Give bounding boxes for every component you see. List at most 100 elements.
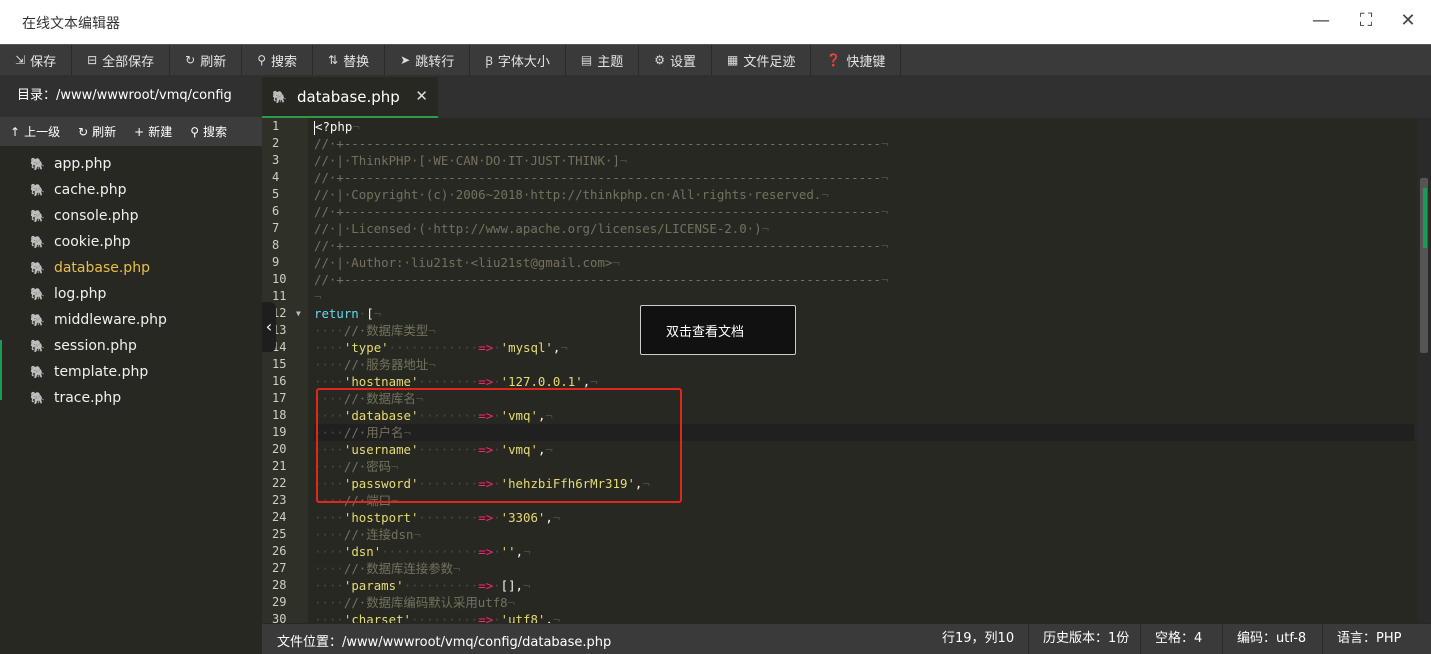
code-editor[interactable]: 1 2 3 4 5 6 7 8 9 10 11 12 ▼ 13 14 15 16 … (262, 118, 1431, 623)
line-number: 22 (272, 476, 287, 490)
file-name: cache.php (53, 182, 127, 198)
line-number: 21 (272, 459, 287, 473)
collapse-sidebar-icon[interactable]: ‹ (262, 302, 276, 352)
file-location: 文件位置：/www/wwwroot/vmq/config/database.ph… (277, 635, 612, 650)
code-line[interactable]: //·+------------------------------------… (314, 203, 1414, 220)
file-name: session.php (53, 338, 137, 354)
minimize-icon[interactable]: — (1306, 8, 1336, 34)
parent-dir-button[interactable]: ↑ 上一级 (0, 123, 68, 140)
refresh-button[interactable]: ↻ 刷新 (170, 45, 243, 75)
file-item[interactable]: 🐘 log.php (0, 281, 262, 307)
code-line[interactable]: ····//·服务器地址¬ (314, 356, 1414, 373)
file-history-label: 文件足迹 (743, 54, 796, 70)
code-line[interactable]: ····'charset'·········=>·'utf8',¬ (314, 611, 1414, 623)
settings-button[interactable]: ⚙ 设置 (639, 45, 713, 75)
refresh-label: 刷新 (200, 54, 227, 70)
file-list: 🐘 app.php 🐘 cache.php 🐘 console.php 🐘 cookie… (0, 146, 262, 411)
sidebar-edge-marker (0, 340, 2, 400)
php-file-icon: 🐘 (30, 339, 45, 353)
code-line[interactable]: ····'type'············=>·'mysql',¬ (314, 339, 1414, 356)
help-icon: ❓ (826, 53, 842, 67)
sidebar-search-button[interactable]: ⚲ 搜索 (180, 123, 235, 140)
shortcuts-button[interactable]: ❓ 快捷键 (811, 45, 902, 75)
window-title: 在线文本编辑器 (22, 16, 120, 32)
history-versions[interactable]: 历史版本：1份 (1028, 624, 1143, 654)
file-sidebar: 目录：/www/wwwroot/vmq/config ↑ 上一级 ↻ 刷新 + 新建 … (0, 75, 262, 654)
code-line[interactable]: //·+------------------------------------… (314, 271, 1414, 288)
code-line[interactable]: //·|·Licensed·(·http://www.apache.org/li… (314, 220, 1414, 237)
code-line[interactable]: //·+------------------------------------… (314, 169, 1414, 186)
save-button[interactable]: ⇲ 保存 (0, 45, 73, 75)
code-line[interactable]: //·+------------------------------------… (314, 135, 1414, 152)
replace-button[interactable]: ⇅ 替换 (313, 45, 386, 75)
toolbar: ⇲ 保存 ⊟ 全部保存 ↻ 刷新 ⚲ 搜索 ⇅ 替换 ➤ 跳转行 Ꞵ 字体大小 ▤ 主题 ⚙ 设置… (0, 44, 1431, 75)
file-item[interactable]: 🐘 console.php (0, 203, 262, 229)
php-file-icon: 🐘 (30, 157, 45, 171)
code-line[interactable]: //·|·Author:·liu21st·<liu21st@gmail.com>… (314, 254, 1414, 271)
file-name: app.php (53, 156, 112, 172)
code-line[interactable]: ····'dsn'·············=>·'',¬ (314, 543, 1414, 560)
line-number: 5 (272, 187, 280, 201)
php-file-icon: 🐘 (30, 365, 45, 379)
line-number: 16 (272, 374, 287, 388)
code-line[interactable]: ····'hostport'········=>·'3306',¬ (314, 509, 1414, 526)
code-line[interactable]: //·|·ThinkPHP·[·WE·CAN·DO·IT·JUST·THINK·… (314, 152, 1414, 169)
code-line[interactable]: ····'params'··········=>·[],¬ (314, 577, 1414, 594)
tab-close-icon[interactable]: ✕ (415, 87, 428, 105)
save-all-button[interactable]: ⊟ 全部保存 (72, 45, 171, 75)
file-item[interactable]: 🐘 app.php (0, 151, 262, 177)
line-number: 3 (272, 153, 280, 167)
encoding-setting[interactable]: 编码：utf-8 (1222, 624, 1320, 654)
new-file-label: 新建 (148, 125, 173, 139)
replace-label: 替换 (343, 54, 370, 70)
new-file-button[interactable]: + 新建 (124, 123, 180, 140)
php-file-icon: 🐘 (30, 287, 45, 301)
line-number: 17 (272, 391, 287, 405)
code-line[interactable]: //·|·Copyright·(c)·2006~2018·http://thin… (314, 186, 1414, 203)
line-number: 10 (272, 272, 287, 286)
file-item-active[interactable]: 🐘 database.php (0, 255, 262, 281)
maximize-icon[interactable]: ⛶ (1351, 8, 1381, 34)
fold-arrow-icon[interactable]: ▼ (296, 305, 301, 322)
close-icon[interactable]: ✕ (1393, 8, 1423, 34)
font-size-label: 字体大小 (497, 54, 550, 70)
theme-label: 主题 (597, 54, 624, 70)
search-button[interactable]: ⚲ 搜索 (242, 45, 314, 75)
vertical-scrollbar[interactable] (1417, 118, 1431, 623)
file-item[interactable]: 🐘 cache.php (0, 177, 262, 203)
file-item[interactable]: 🐘 session.php (0, 333, 262, 359)
tab-database-php[interactable]: 🐘 database.php ✕ (262, 77, 438, 118)
goto-line-button[interactable]: ➤ 跳转行 (385, 45, 471, 75)
code-line[interactable]: ····//·数据库类型¬ (314, 322, 1414, 339)
line-number: 15 (272, 357, 287, 371)
theme-button[interactable]: ▤ 主题 (566, 45, 640, 75)
line-number: 29 (272, 595, 287, 609)
code-line[interactable]: ¬ (314, 288, 1414, 305)
php-file-icon: 🐘 (30, 391, 45, 405)
line-number: 24 (272, 510, 287, 524)
file-item[interactable]: 🐘 trace.php (0, 385, 262, 411)
file-name: console.php (53, 208, 139, 224)
code-line[interactable]: ····//·数据库编码默认采用utf8¬ (314, 594, 1414, 611)
code-line[interactable]: ····//·连接dsn¬ (314, 526, 1414, 543)
font-size-button[interactable]: Ꞵ 字体大小 (470, 45, 566, 75)
search-icon: ⚲ (190, 124, 200, 139)
file-item[interactable]: 🐘 template.php (0, 359, 262, 385)
code-line[interactable]: ····//·数据库连接参数¬ (314, 560, 1414, 577)
line-number: 4 (272, 170, 280, 184)
php-file-icon: 🐘 (30, 183, 45, 197)
file-item[interactable]: 🐘 middleware.php (0, 307, 262, 333)
cursor-position[interactable]: 行19，列10 (928, 624, 1028, 654)
code-line[interactable]: return·[¬ (314, 305, 1414, 322)
save-all-icon: ⊟ (87, 53, 98, 67)
code-line[interactable]: <?php¬ (314, 118, 1414, 135)
file-item[interactable]: 🐘 cookie.php (0, 229, 262, 255)
code-line[interactable]: //·+------------------------------------… (314, 237, 1414, 254)
language-setting[interactable]: 语言：PHP (1322, 624, 1415, 654)
code-content[interactable]: <?php¬//·+------------------------------… (314, 118, 1414, 623)
font-size-icon: Ꞵ (485, 53, 493, 68)
sidebar-refresh-button[interactable]: ↻ 刷新 (68, 123, 124, 140)
file-history-button[interactable]: ▦ 文件足迹 (712, 45, 812, 75)
indent-setting[interactable]: 空格：4 (1140, 624, 1216, 654)
shortcuts-label: 快捷键 (846, 54, 886, 70)
